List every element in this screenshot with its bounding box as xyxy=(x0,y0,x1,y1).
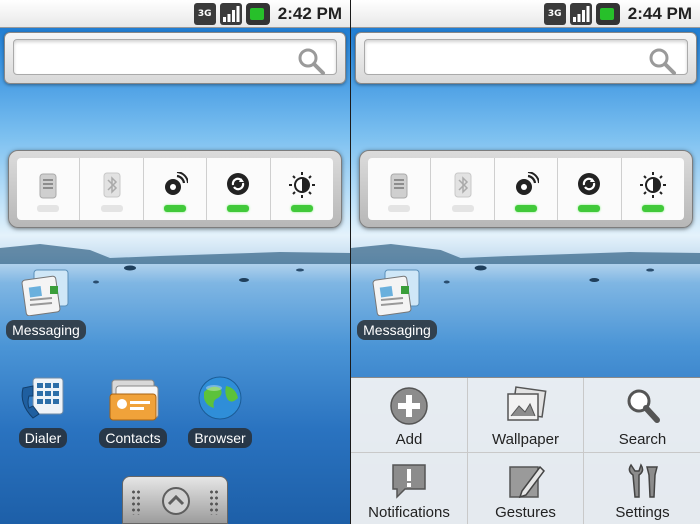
gps-icon xyxy=(165,172,189,195)
wifi-icon xyxy=(39,173,57,199)
search-icon[interactable] xyxy=(647,46,677,76)
mountain-silhouette xyxy=(0,244,350,264)
battery-icon xyxy=(245,3,270,25)
wifi-icon xyxy=(390,173,408,199)
power-control-widget xyxy=(359,150,693,228)
menu-item-gestures[interactable]: Gestures xyxy=(468,453,584,524)
messaging-icon xyxy=(21,269,69,317)
dialer-icon xyxy=(21,377,64,419)
search-widget[interactable] xyxy=(4,32,346,84)
signal-strength-icon xyxy=(569,3,592,25)
wifi-toggle[interactable] xyxy=(17,158,81,220)
wifi-indicator xyxy=(37,205,60,212)
menu-label-search: Search xyxy=(618,431,667,448)
bluetooth-icon xyxy=(103,172,121,198)
notifications-icon xyxy=(392,464,426,499)
bluetooth-indicator xyxy=(451,205,474,212)
search-widget[interactable] xyxy=(355,32,697,84)
gps-toggle[interactable] xyxy=(144,158,208,220)
home-screen-left: 3G 2:42 PM Messaging Dialer Contacts Bro… xyxy=(0,0,350,524)
home-screen-right: 3G 2:44 PM Messaging Add Wallpaper Searc… xyxy=(350,0,700,524)
menu-item-wallpaper[interactable]: Wallpaper xyxy=(468,378,584,453)
battery-icon xyxy=(595,3,620,25)
menu-label-gestures: Gestures xyxy=(495,504,556,521)
chevron-up-icon xyxy=(162,487,190,515)
gestures-icon xyxy=(508,465,545,499)
messaging-shortcut[interactable]: Messaging xyxy=(6,268,86,340)
gps-icon xyxy=(516,172,540,195)
browser-label: Browser xyxy=(188,428,252,448)
power-control-widget xyxy=(8,150,342,228)
messaging-label: Messaging xyxy=(6,320,86,340)
wifi-indicator xyxy=(388,205,411,212)
brightness-indicator xyxy=(641,205,664,212)
clock: 2:44 PM xyxy=(627,4,692,23)
app-drawer-handle[interactable] xyxy=(122,476,228,524)
browser-shortcut[interactable]: Browser xyxy=(186,374,254,448)
sync-icon xyxy=(227,173,250,195)
network-3g-icon: 3G xyxy=(543,3,566,25)
sync-indicator xyxy=(578,205,601,212)
search-input[interactable] xyxy=(13,39,337,75)
menu-label-settings: Settings xyxy=(615,504,670,521)
search-icon xyxy=(627,389,660,423)
search-input[interactable] xyxy=(364,39,688,75)
bluetooth-toggle[interactable] xyxy=(80,158,144,220)
mountain-silhouette xyxy=(351,244,700,264)
sync-indicator xyxy=(227,205,250,212)
add-icon xyxy=(390,387,428,425)
gps-indicator xyxy=(515,205,538,212)
menu-item-search[interactable]: Search xyxy=(584,378,700,453)
grip-left xyxy=(131,489,141,515)
contacts-icon xyxy=(109,379,159,421)
brightness-toggle[interactable] xyxy=(271,158,333,220)
contacts-label: Contacts xyxy=(99,428,167,448)
menu-item-settings[interactable]: Settings xyxy=(584,453,700,524)
menu-label-add: Add xyxy=(395,431,423,448)
menu-item-notifications[interactable]: Notifications xyxy=(351,453,468,524)
menu-item-add[interactable]: Add xyxy=(351,378,468,453)
status-bar: 3G 2:42 PM xyxy=(0,0,350,28)
signal-strength-icon xyxy=(219,3,242,25)
gps-indicator xyxy=(164,205,187,212)
network-3g-icon: 3G xyxy=(193,3,216,25)
settings-icon xyxy=(628,463,658,498)
brightness-toggle[interactable] xyxy=(622,158,684,220)
clock: 2:42 PM xyxy=(277,4,342,23)
dialer-shortcut[interactable]: Dialer xyxy=(10,374,76,448)
menu-label-notifications: Notifications xyxy=(368,504,450,521)
dialer-label: Dialer xyxy=(18,428,68,448)
wifi-toggle[interactable] xyxy=(368,158,432,220)
bluetooth-toggle[interactable] xyxy=(431,158,495,220)
gps-toggle[interactable] xyxy=(495,158,559,220)
browser-icon xyxy=(198,376,242,420)
brightness-icon xyxy=(639,172,666,198)
grip-right xyxy=(209,489,219,515)
bluetooth-indicator xyxy=(100,205,123,212)
status-bar: 3G 2:44 PM xyxy=(351,0,700,28)
sync-toggle[interactable] xyxy=(207,158,271,220)
menu-label-wallpaper: Wallpaper xyxy=(492,431,559,448)
bluetooth-icon xyxy=(454,172,472,198)
options-menu: Add Wallpaper Search Notifications Gestu… xyxy=(351,377,700,524)
wallpaper-icon xyxy=(506,386,547,421)
search-icon[interactable] xyxy=(296,46,326,76)
sync-icon xyxy=(578,173,601,195)
brightness-icon xyxy=(288,172,315,198)
contacts-shortcut[interactable]: Contacts xyxy=(98,374,168,448)
messaging-label: Messaging xyxy=(357,320,437,340)
messaging-icon xyxy=(372,269,420,317)
sync-toggle[interactable] xyxy=(558,158,622,220)
messaging-shortcut[interactable]: Messaging xyxy=(357,268,437,340)
brightness-indicator xyxy=(290,205,313,212)
